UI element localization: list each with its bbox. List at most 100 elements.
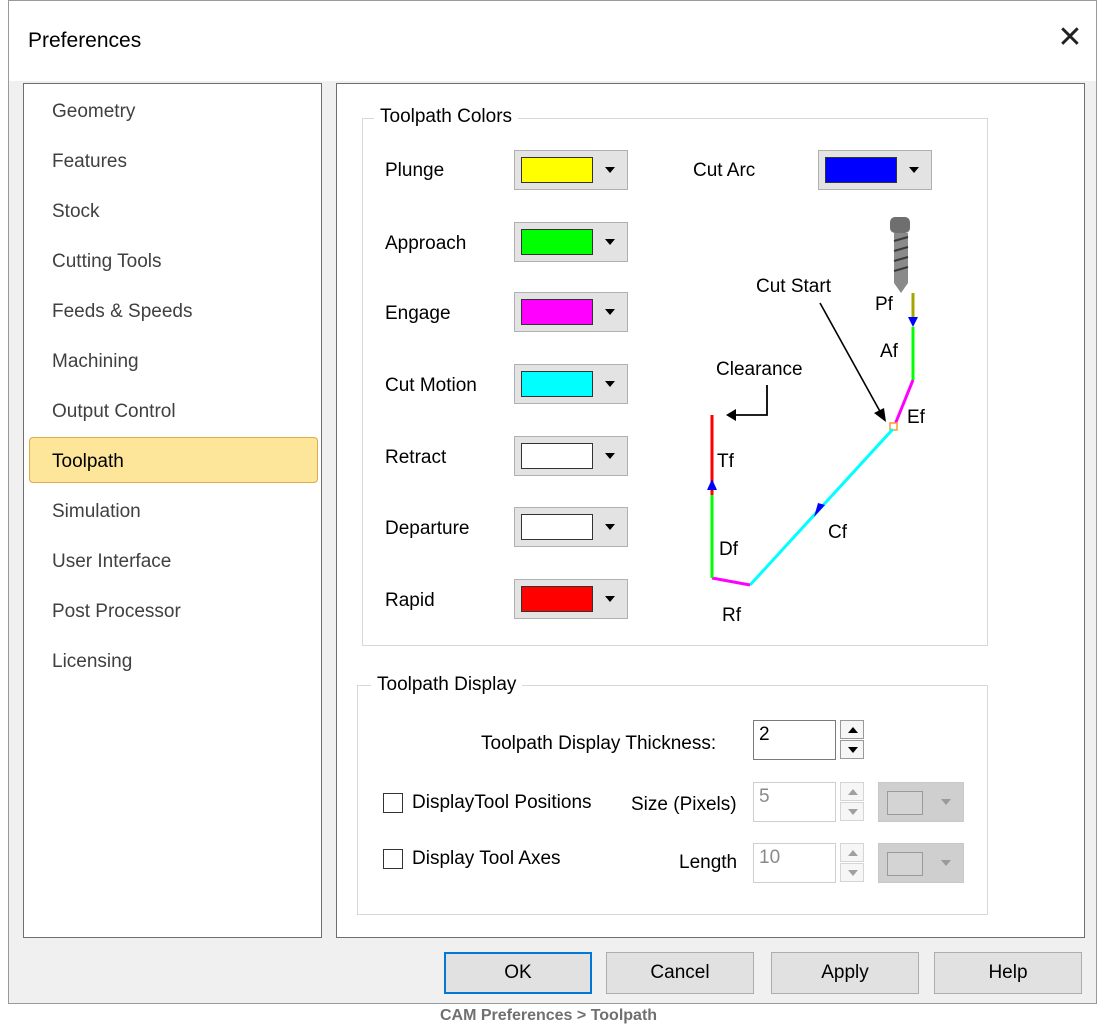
cf-label: Cf xyxy=(828,522,848,543)
approach-label: Approach xyxy=(385,233,467,254)
chevron-up-icon xyxy=(848,850,858,856)
tf-label: Tf xyxy=(717,451,735,472)
cut-motion-color-picker[interactable] xyxy=(514,364,628,404)
cut-start-label: Cut Start xyxy=(756,276,832,297)
drill-tool-icon xyxy=(890,217,910,293)
departure-color-picker[interactable] xyxy=(514,507,628,547)
chevron-up-icon xyxy=(848,727,858,733)
display-tool-axes-checkbox[interactable] xyxy=(383,849,403,869)
plunge-label: Plunge xyxy=(385,160,445,181)
thickness-label: Toolpath Display Thickness: xyxy=(481,733,717,754)
tool-positions-color-swatch xyxy=(887,791,923,815)
help-button[interactable]: Help xyxy=(934,952,1082,994)
chevron-down-icon xyxy=(605,309,615,315)
display-tool-positions-checkbox[interactable] xyxy=(383,793,403,813)
arc-arrow xyxy=(707,479,717,490)
nav-item-toolpath[interactable]: Toolpath xyxy=(52,451,124,473)
cancel-button[interactable]: Cancel xyxy=(606,952,754,994)
stepper-down-button[interactable] xyxy=(840,740,864,759)
thickness-stepper[interactable] xyxy=(840,720,864,760)
cut-start-pointer xyxy=(819,302,883,416)
rapid-color-swatch xyxy=(521,586,593,612)
ef-label: Ef xyxy=(907,407,926,428)
cut-motion-label: Cut Motion xyxy=(385,375,477,396)
size-pixels-input[interactable]: 5 xyxy=(753,782,836,822)
preferences-nav: Geometry Features Stock Cutting Tools Fe… xyxy=(23,83,322,938)
nav-item-output-control[interactable]: Output Control xyxy=(52,401,176,423)
nav-item-geometry[interactable]: Geometry xyxy=(52,101,135,123)
nav-item-stock[interactable]: Stock xyxy=(52,201,100,223)
stepper-down-button[interactable] xyxy=(840,802,864,821)
pf-label: Pf xyxy=(875,294,894,315)
clearance-arrowhead xyxy=(726,409,736,421)
apply-button[interactable]: Apply xyxy=(771,952,919,994)
cut-arc-color-picker[interactable] xyxy=(818,150,932,190)
display-tool-axes-label: Display Tool Axes xyxy=(412,848,561,869)
chevron-down-icon xyxy=(941,860,951,866)
rapid-end-path xyxy=(711,576,751,587)
cut-start-arrowhead xyxy=(874,408,886,422)
length-stepper[interactable] xyxy=(840,843,864,883)
chevron-down-icon xyxy=(848,809,858,815)
stepper-up-button[interactable] xyxy=(840,843,864,862)
stepper-up-button[interactable] xyxy=(840,782,864,801)
length-label: Length xyxy=(679,852,738,873)
close-icon[interactable]: ✕ xyxy=(1054,22,1086,54)
toolpath-display-title: Toolpath Display xyxy=(371,674,523,696)
af-label: Af xyxy=(880,341,899,362)
chevron-down-icon xyxy=(605,596,615,602)
rapid-label: Rapid xyxy=(385,590,435,611)
cut-motion-color-swatch xyxy=(521,371,593,397)
nav-item-user-interface[interactable]: User Interface xyxy=(52,551,171,573)
chevron-down-icon xyxy=(909,167,919,173)
plunge-color-picker[interactable] xyxy=(514,150,628,190)
engage-label: Engage xyxy=(385,303,451,324)
chevron-down-icon xyxy=(605,167,615,173)
nav-item-simulation[interactable]: Simulation xyxy=(52,501,141,523)
title-bar xyxy=(9,1,1096,81)
df-label: Df xyxy=(719,539,739,560)
approach-color-picker[interactable] xyxy=(514,222,628,262)
display-tool-positions-label: DisplayTool Positions xyxy=(412,792,592,813)
departure-label: Departure xyxy=(385,518,470,539)
size-pixels-label: Size (Pixels) xyxy=(631,794,737,815)
nav-item-machining[interactable]: Machining xyxy=(52,351,139,373)
departure-color-swatch xyxy=(521,514,593,540)
chevron-down-icon xyxy=(605,524,615,530)
arc-arrow xyxy=(814,503,825,517)
approach-color-swatch xyxy=(521,229,593,255)
chevron-down-icon xyxy=(848,747,858,753)
nav-item-post-processor[interactable]: Post Processor xyxy=(52,601,181,623)
nav-item-feeds-speeds[interactable]: Feeds & Speeds xyxy=(52,301,192,323)
window-title: Preferences xyxy=(28,29,142,52)
engage-color-picker[interactable] xyxy=(514,292,628,332)
ok-button[interactable]: OK xyxy=(444,952,592,994)
tool-positions-color-picker[interactable] xyxy=(878,782,964,822)
clearance-pointer xyxy=(732,385,768,416)
chevron-up-icon xyxy=(848,789,858,795)
nav-item-features[interactable]: Features xyxy=(52,151,127,173)
clearance-label: Clearance xyxy=(716,359,803,380)
nav-item-cutting-tools[interactable]: Cutting Tools xyxy=(52,251,162,273)
length-input[interactable]: 10 xyxy=(753,843,836,883)
tool-axes-color-picker[interactable] xyxy=(878,843,964,883)
plunge-color-swatch xyxy=(521,157,593,183)
stepper-down-button[interactable] xyxy=(840,863,864,882)
toolpath-diagram: Cut Start Pf Af Clearance Ef Tf Cf Df Rf xyxy=(707,217,926,626)
thickness-input[interactable]: 2 xyxy=(753,720,836,760)
cut-arc-color-swatch xyxy=(825,157,897,183)
figure-caption: CAM Preferences > Toolpath xyxy=(439,1007,658,1024)
retract-color-picker[interactable] xyxy=(514,436,628,476)
tool-axes-color-swatch xyxy=(887,852,923,876)
size-pixels-stepper[interactable] xyxy=(840,782,864,822)
rapid-color-picker[interactable] xyxy=(514,579,628,619)
chevron-down-icon xyxy=(605,239,615,245)
cut-arc-label: Cut Arc xyxy=(693,160,756,181)
stepper-up-button[interactable] xyxy=(840,720,864,739)
chevron-down-icon xyxy=(941,799,951,805)
nav-item-licensing[interactable]: Licensing xyxy=(52,651,132,673)
chevron-down-icon xyxy=(605,453,615,459)
chevron-down-icon xyxy=(848,870,858,876)
chevron-down-icon xyxy=(605,381,615,387)
engage-color-swatch xyxy=(521,299,593,325)
